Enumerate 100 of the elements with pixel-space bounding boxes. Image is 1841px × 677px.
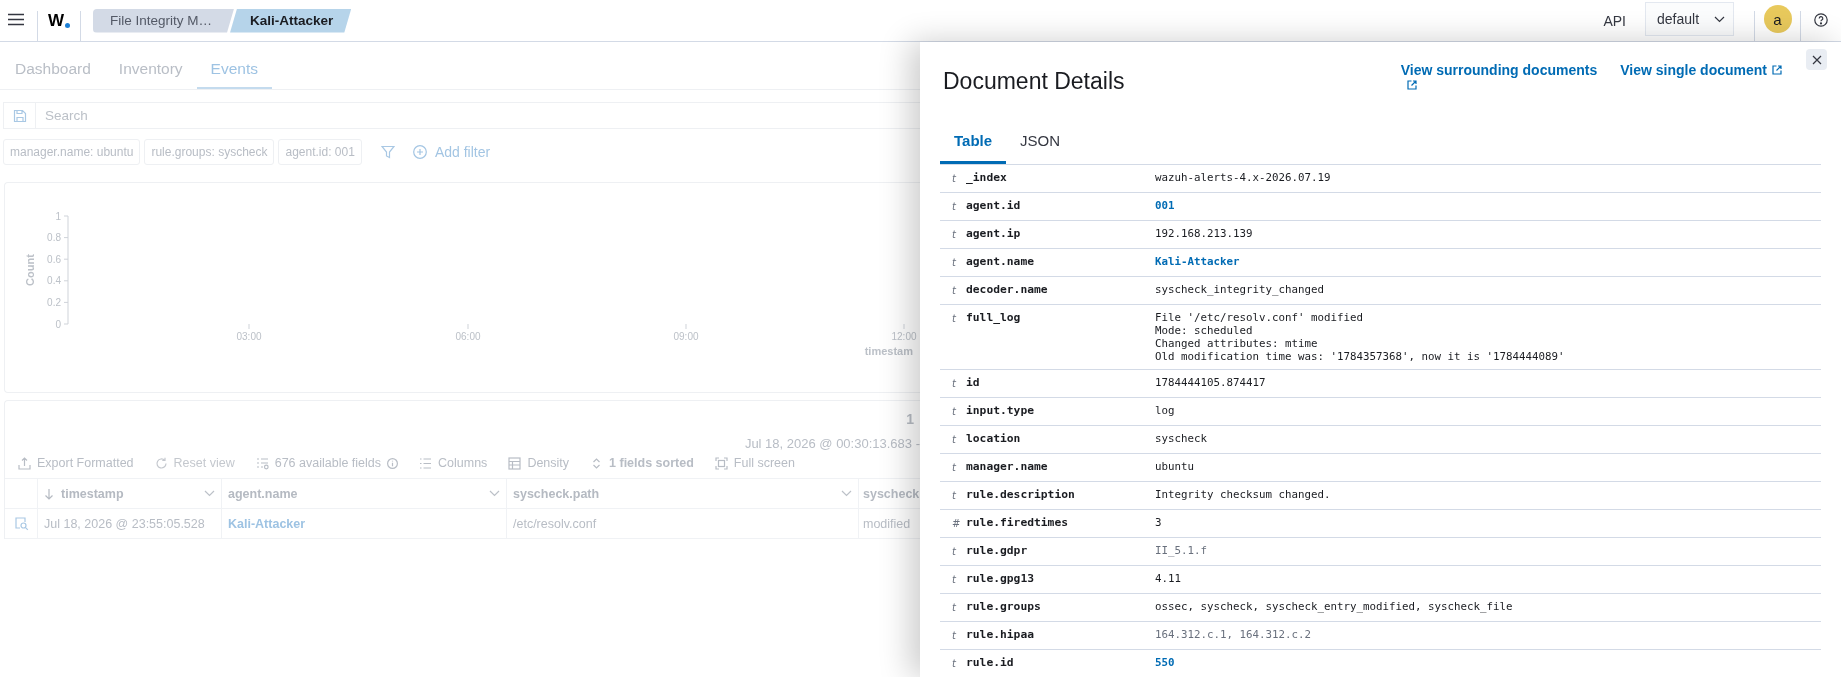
field-name: full_log <box>966 311 1021 324</box>
field-name: id <box>966 376 980 389</box>
menu-icon[interactable] <box>7 13 24 26</box>
filter-pill[interactable]: manager.name: ubuntu <box>3 139 141 165</box>
field-value: 1784444105.874417 <box>1155 376 1266 389</box>
y-tick-label: 0.4 <box>47 275 61 287</box>
field-value: wazuh-alerts-4.x-2026.07.19 <box>1155 171 1331 184</box>
search-bar[interactable]: Search <box>3 102 920 129</box>
add-filter-button[interactable]: Add filter <box>412 144 491 160</box>
field-value-link[interactable]: Kali-Attacker <box>1155 255 1240 268</box>
field-name: rule.gdpr <box>966 544 1028 557</box>
hit-count: 1 <box>906 410 914 428</box>
y-tick-label: 1 <box>55 210 61 222</box>
api-select[interactable]: default <box>1645 2 1734 36</box>
toolbar-button[interactable]: Export Formatted <box>18 456 134 470</box>
table-cell-text: Jul 18, 2026 @ 23:55:05.528 <box>44 516 205 531</box>
toolbar-button[interactable]: Density <box>508 456 570 470</box>
external-link-icon <box>1772 65 1782 75</box>
field-name: decoder.name <box>966 283 1048 296</box>
field-type-icon: t <box>952 283 956 298</box>
field-value-link[interactable]: 001 <box>1155 199 1175 212</box>
list-icon <box>255 456 269 470</box>
field-name: manager.name <box>966 460 1048 473</box>
y-tick-label: 0.6 <box>47 253 61 265</box>
chevron-down-icon <box>489 490 500 497</box>
field-type-icon: t <box>952 488 956 503</box>
field-type-icon: t <box>952 199 956 214</box>
close-icon <box>1811 54 1822 65</box>
chevron-down-icon <box>204 490 215 497</box>
toolbar-button[interactable]: 676 available fields <box>255 456 399 470</box>
field-value: syscheck <box>1155 432 1207 445</box>
tab[interactable]: Dashboard <box>1 42 105 89</box>
breadcrumb[interactable]: Kali-Attacker <box>230 8 352 33</box>
field-name: rule.hipaa <box>966 628 1034 641</box>
field-value: File '/etc/resolv.conf' modified Mode: scheduled Changed attributes: mtime Old modification time was: '1784357368', now it is '1784444089' <box>1155 311 1565 363</box>
y-tick-label: 0.2 <box>47 296 61 308</box>
fullscreen-icon <box>714 456 728 470</box>
field-name: input.type <box>966 404 1034 417</box>
dot-icon <box>65 23 70 28</box>
column-header[interactable]: syscheck <box>863 486 920 501</box>
column-header[interactable]: syscheck.path <box>513 486 600 501</box>
x-axis-title: timestam <box>864 345 913 357</box>
tab[interactable]: JSON <box>1006 121 1075 164</box>
field-name: rule.groups <box>966 600 1041 613</box>
tab[interactable]: Table <box>940 121 1007 164</box>
y-tick-label: 0.8 <box>47 232 61 244</box>
field-value-link[interactable]: 550 <box>1155 656 1175 669</box>
field-value: 3 <box>1155 516 1162 529</box>
agent-link[interactable]: Kali-Attacker <box>228 516 306 531</box>
table-cell-text: /etc/resolv.conf <box>513 516 597 531</box>
field-name: agent.name <box>966 255 1034 268</box>
field-name: rule.id <box>966 656 1014 669</box>
export-icon <box>18 456 31 470</box>
tab[interactable]: Events <box>196 42 272 89</box>
field-value: 192.168.213.139 <box>1155 227 1253 240</box>
field-value: syscheck_integrity_changed <box>1155 283 1324 296</box>
field-type-icon: t <box>952 171 956 186</box>
field-type-icon: t <box>952 572 956 587</box>
toolbar-button[interactable]: Full screen <box>714 456 795 470</box>
chevron-down-icon <box>1714 15 1725 23</box>
document-link[interactable]: View surrounding documents <box>1400 60 1598 90</box>
field-type-icon: t <box>952 656 956 671</box>
field-name: agent.ip <box>966 227 1021 240</box>
table-cell-text: modified <box>863 516 911 531</box>
filter-pill[interactable]: agent.id: 001 <box>278 139 362 165</box>
toolbar-button[interactable]: 1 fields sorted <box>590 456 694 470</box>
field-type-icon: t <box>952 600 956 615</box>
arrow-down-icon <box>44 487 54 500</box>
help-icon[interactable] <box>1814 13 1828 27</box>
table-icon <box>508 456 522 470</box>
document-link[interactable]: View single document <box>1620 60 1782 80</box>
x-tick-label: 03:00 <box>236 331 262 342</box>
time-range: Jul 18, 2026 @ 00:30:13.683 - <box>744 436 920 452</box>
field-type-icon: t <box>952 460 956 475</box>
search-field[interactable]: Search <box>36 108 920 123</box>
field-value: log <box>1155 404 1175 417</box>
close-button[interactable] <box>1806 49 1827 70</box>
field-name: rule.firedtimes <box>966 516 1069 529</box>
breadcrumb[interactable]: File Integrity M… <box>93 8 235 33</box>
x-tick-label: 12:00 <box>891 331 917 342</box>
external-link-icon <box>1406 80 1417 90</box>
info-icon <box>387 457 399 469</box>
column-header[interactable]: agent.name <box>228 486 298 501</box>
list-icon <box>419 456 433 470</box>
field-name: location <box>966 432 1021 445</box>
column-header[interactable]: timestamp <box>44 486 124 501</box>
flyout-title: Document Details <box>943 67 1126 96</box>
field-value: ubuntu <box>1155 460 1194 473</box>
plus-circle-icon <box>412 145 427 159</box>
field-type-icon: t <box>952 227 956 242</box>
field-name: rule.description <box>966 488 1075 501</box>
x-tick-label: 06:00 <box>455 331 481 342</box>
user-avatar[interactable]: a <box>1763 5 1792 33</box>
x-tick-label: 09:00 <box>673 331 699 342</box>
field-type-icon: t <box>952 628 956 643</box>
toolbar-button[interactable]: Columns <box>419 456 488 470</box>
y-tick-label: 0 <box>55 318 61 330</box>
filter-pill[interactable]: rule.groups: syscheck <box>144 139 275 165</box>
y-axis-title: Count <box>23 254 36 286</box>
tab[interactable]: Inventory <box>104 42 197 89</box>
